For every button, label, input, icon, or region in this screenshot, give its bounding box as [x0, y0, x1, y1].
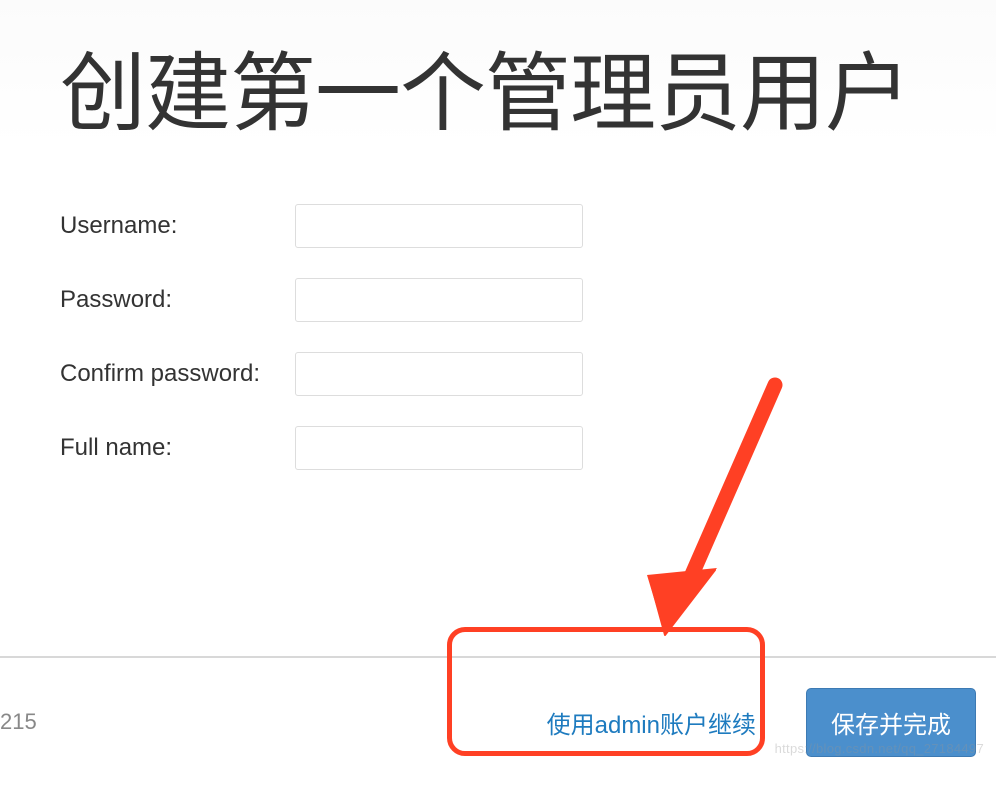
page-title: 创建第一个管理员用户 — [60, 45, 936, 144]
username-input[interactable] — [295, 204, 583, 248]
full-name-row: Full name: — [60, 426, 936, 470]
confirm-password-row: Confirm password: — [60, 352, 936, 396]
username-row: Username: — [60, 204, 936, 248]
confirm-password-input[interactable] — [295, 352, 583, 396]
continue-as-admin-link[interactable]: 使用admin账户继续 — [519, 687, 784, 758]
password-row: Password: — [60, 278, 936, 322]
confirm-password-label: Confirm password: — [60, 360, 285, 388]
username-label: Username: — [60, 212, 285, 240]
footer-left-number: 215 — [0, 709, 37, 735]
admin-user-form: Username: Password: Confirm password: Fu… — [60, 204, 936, 470]
footer-bar: 215 使用admin账户继续 保存并完成 — [0, 656, 996, 786]
password-label: Password: — [60, 286, 285, 314]
save-and-finish-button[interactable]: 保存并完成 — [806, 688, 976, 757]
main-content: 创建第一个管理员用户 Username: Password: Confirm p… — [0, 0, 996, 490]
full-name-input[interactable] — [295, 426, 583, 470]
full-name-label: Full name: — [60, 434, 285, 462]
password-input[interactable] — [295, 278, 583, 322]
